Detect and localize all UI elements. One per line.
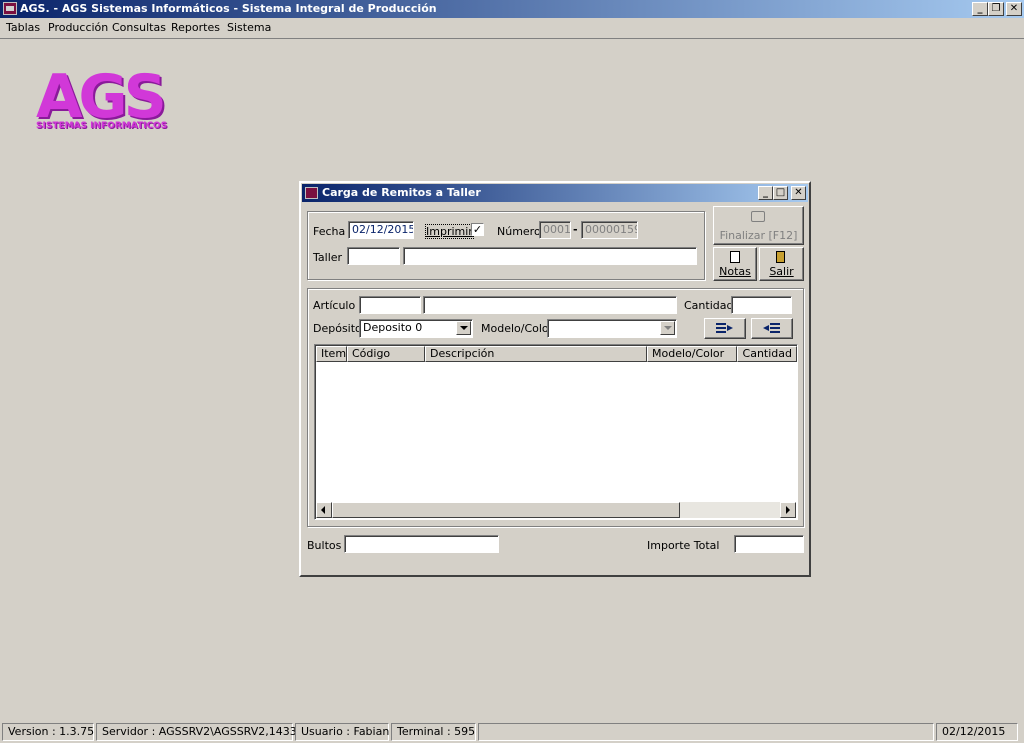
taller-label: Taller (313, 251, 343, 264)
deposito-dropdown-arrow[interactable] (456, 321, 471, 335)
status-fecha: 02/12/2015 (936, 723, 1018, 741)
deposito-select-value: Deposito 0 (363, 321, 423, 334)
add-item-button[interactable] (704, 318, 746, 339)
articulo-code-input[interactable] (359, 296, 421, 314)
logo-text: AGS (36, 62, 167, 132)
scroll-right-button[interactable] (780, 502, 796, 518)
modelo-select[interactable] (547, 319, 677, 338)
document-icon (730, 251, 740, 263)
imprimir-checkbox[interactable]: ✓ (471, 223, 484, 236)
taller-code-input[interactable] (347, 247, 400, 265)
col-header-codigo[interactable]: Código (347, 346, 425, 362)
bultos-label: Bultos (307, 539, 342, 552)
status-bar: Version : 1.3.75 Servidor : AGSSRV2\AGSS… (0, 721, 1024, 743)
scroll-left-button[interactable] (316, 502, 332, 518)
restore-button[interactable]: ❐ (988, 2, 1004, 16)
grid-horizontal-scrollbar[interactable] (316, 502, 796, 518)
app-icon[interactable] (3, 2, 17, 15)
bultos-input[interactable] (344, 535, 499, 553)
importe-label: Importe Total (647, 539, 720, 552)
col-header-modelo[interactable]: Modelo/Color (647, 346, 737, 362)
dialog-icon[interactable] (305, 187, 318, 199)
numero-prefix-input[interactable]: 0001 (539, 221, 571, 239)
modelo-dropdown-arrow[interactable] (660, 321, 675, 335)
menu-bar: Tablas Producción Consultas Reportes Sis… (0, 18, 1024, 39)
taller-name-input[interactable] (403, 247, 697, 265)
fecha-input[interactable]: 02/12/2015 (348, 221, 414, 239)
modelo-label: Modelo/Color (481, 322, 554, 335)
fecha-label: Fecha (313, 225, 346, 238)
remitos-dialog: Carga de Remitos a Taller _ □ ✕ Fecha 02… (299, 181, 811, 577)
imprimir-label[interactable]: Imprimir (425, 224, 474, 239)
cantidad-label: Cantidad (684, 299, 734, 312)
ags-logo: AGS SISTEMAS INFORMATICOS (36, 66, 176, 138)
status-servidor: Servidor : AGSSRV2\AGSSRV2,1433 (96, 723, 297, 741)
numero-input[interactable]: 00000159 (581, 221, 638, 239)
add-item-icon (716, 323, 733, 333)
close-button[interactable]: ✕ (1006, 2, 1022, 16)
articulo-label: Artículo (313, 299, 356, 312)
window-titlebar: AGS. - AGS Sistemas Informáticos - Siste… (0, 0, 1024, 18)
articulo-desc-input[interactable] (423, 296, 677, 314)
logo-subtitle: SISTEMAS INFORMATICOS (36, 121, 168, 131)
remove-item-icon (763, 323, 780, 333)
dialog-title: Carga de Remitos a Taller (322, 186, 481, 199)
menu-tablas[interactable]: Tablas (6, 21, 40, 34)
menu-sistema[interactable]: Sistema (227, 21, 271, 34)
dialog-titlebar: Carga de Remitos a Taller _ □ ✕ (302, 184, 808, 202)
notas-button[interactable]: Notas (713, 247, 757, 281)
col-header-cantidad[interactable]: Cantidad (737, 346, 797, 362)
deposito-label: Depósito (313, 322, 362, 335)
menu-consultas[interactable]: Consultas (112, 21, 166, 34)
minimize-button[interactable]: _ (972, 2, 988, 16)
status-empty (478, 723, 934, 741)
status-version: Version : 1.3.75 (2, 723, 94, 741)
numero-dash: - (573, 223, 578, 236)
finalizar-label: Finalizar [F12] (719, 229, 798, 242)
items-grid[interactable]: Item Código Descripción Modelo/Color Can… (314, 344, 798, 520)
menu-produccion[interactable]: Producción (48, 21, 108, 34)
window-title: AGS. - AGS Sistemas Informáticos - Siste… (20, 2, 437, 15)
col-header-item[interactable]: Item (316, 346, 347, 362)
exit-door-icon (776, 251, 785, 263)
dialog-close-button[interactable]: ✕ (791, 186, 806, 200)
remove-item-button[interactable] (751, 318, 793, 339)
finalizar-button[interactable]: Finalizar [F12] (713, 206, 804, 245)
importe-input[interactable] (734, 535, 804, 553)
dialog-maximize-button[interactable]: □ (773, 186, 788, 200)
salir-button[interactable]: Salir (759, 247, 804, 281)
salir-label: Salir (769, 265, 794, 278)
scroll-thumb[interactable] (332, 502, 680, 518)
menu-reportes[interactable]: Reportes (171, 21, 220, 34)
col-header-descripcion[interactable]: Descripción (425, 346, 647, 362)
notas-label: Notas (719, 265, 751, 278)
numero-label: Número (497, 225, 541, 238)
dialog-minimize-button[interactable]: _ (758, 186, 773, 200)
status-usuario: Usuario : Fabian (295, 723, 389, 741)
deposito-select[interactable]: Deposito 0 (359, 319, 473, 338)
printer-icon (751, 211, 765, 222)
status-terminal: Terminal : 595 (391, 723, 476, 741)
cantidad-input[interactable] (731, 296, 792, 314)
